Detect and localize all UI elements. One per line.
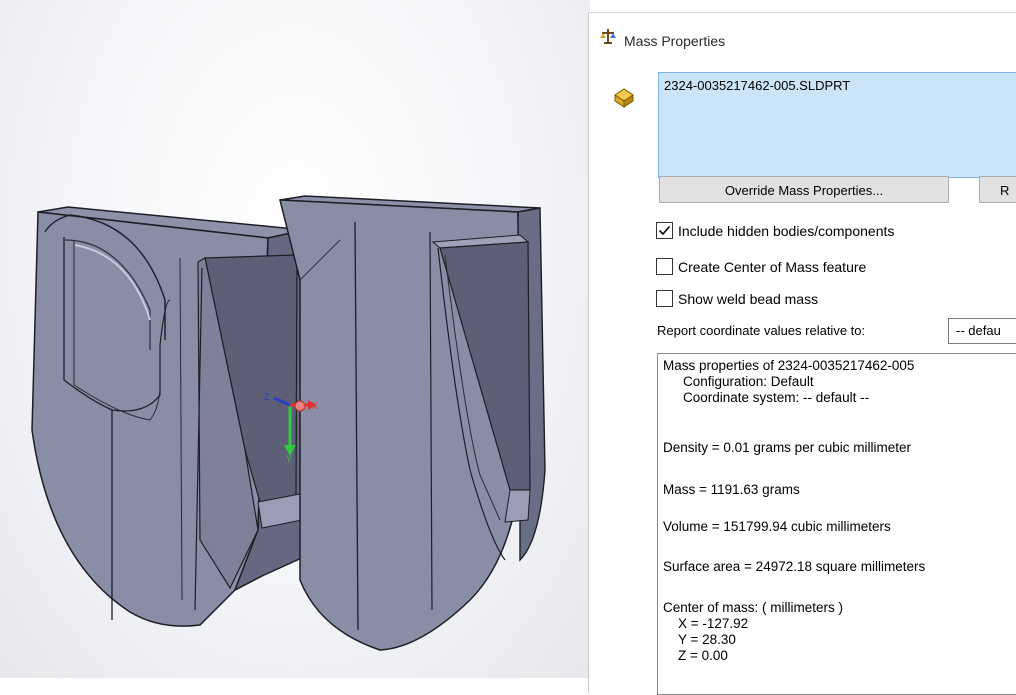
include-hidden-checkbox[interactable] (656, 222, 673, 239)
results-heading: Mass properties of 2324-0035217462-005 (663, 358, 915, 373)
results-mass: Mass = 1191.63 grams (663, 482, 800, 497)
results-volume: Volume = 151799.94 cubic millimeters (663, 519, 891, 534)
triad-x-label: X (312, 401, 318, 411)
part-model[interactable]: Z X Y (0, 0, 590, 678)
results-density: Density = 0.01 grams per cubic millimete… (663, 440, 911, 455)
triad-z-label: Z (264, 392, 270, 402)
include-hidden-label: Include hidden bodies/components (678, 223, 895, 239)
results-com-x: X = -127.92 (678, 616, 749, 631)
right-body (279, 195, 546, 651)
triad-y-label: Y (286, 454, 292, 464)
mass-properties-dialog: Mass Properties 2324-0035217462-005.SLDP… (588, 12, 1016, 695)
graphics-viewport[interactable]: Z X Y (0, 0, 590, 678)
checkmark-icon (658, 225, 671, 236)
create-com-label: Create Center of Mass feature (678, 259, 867, 275)
left-body (31, 206, 307, 627)
recalculate-button[interactable]: R (979, 176, 1016, 203)
part-icon (614, 88, 634, 108)
selection-list[interactable]: 2324-0035217462-005.SLDPRT (658, 72, 1016, 178)
dialog-titlebar[interactable]: Mass Properties (589, 13, 1016, 57)
dialog-title: Mass Properties (624, 33, 726, 49)
scale-icon (600, 29, 616, 44)
selected-part[interactable]: 2324-0035217462-005.SLDPRT (664, 78, 850, 93)
results-panel[interactable]: Mass properties of 2324-0035217462-005 C… (657, 353, 1016, 695)
results-coord-system: Coordinate system: -- default -- (683, 390, 870, 405)
coordinate-system-select[interactable]: -- defau (948, 318, 1016, 344)
results-com-z: Z = 0.00 (678, 648, 728, 663)
results-com-y: Y = 28.30 (678, 632, 736, 647)
weld-bead-label: Show weld bead mass (678, 291, 819, 307)
weld-bead-checkbox[interactable] (656, 290, 673, 307)
report-coordinate-label: Report coordinate values relative to: (657, 323, 866, 338)
results-com-heading: Center of mass: ( millimeters ) (663, 600, 844, 615)
results-configuration: Configuration: Default (683, 374, 814, 389)
results-surface-area: Surface area = 24972.18 square millimete… (663, 559, 926, 574)
override-mass-properties-button[interactable]: Override Mass Properties... (659, 176, 949, 203)
create-com-checkbox[interactable] (656, 258, 673, 275)
